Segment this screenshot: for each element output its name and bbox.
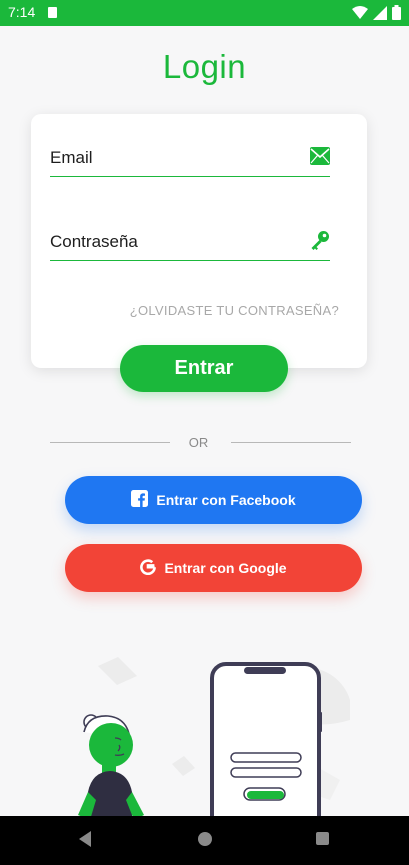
back-icon[interactable] xyxy=(78,830,92,852)
login-illustration xyxy=(78,657,350,816)
google-icon xyxy=(140,558,157,578)
google-label: Entrar con Google xyxy=(164,560,287,576)
login-card: Email Contraseña ¿OLVIDASTE TU CONTRASEÑ… xyxy=(31,114,367,368)
status-time: 7:14 xyxy=(8,4,36,20)
key-icon xyxy=(310,230,330,256)
password-label: Contraseña xyxy=(50,232,138,251)
recents-icon[interactable] xyxy=(315,830,330,852)
email-field[interactable]: Email xyxy=(50,142,330,177)
divider-line-right xyxy=(231,442,351,443)
facebook-login-button[interactable]: Entrar con Facebook xyxy=(65,476,362,524)
google-login-button[interactable]: Entrar con Google xyxy=(65,544,362,592)
forgot-password-link[interactable]: ¿OLVIDASTE TU CONTRASEÑA? xyxy=(130,303,339,318)
sd-card-icon xyxy=(48,7,57,18)
facebook-icon xyxy=(131,490,149,510)
login-button[interactable]: Entrar xyxy=(120,345,288,392)
page-title: Login xyxy=(162,48,247,85)
status-icons xyxy=(352,5,401,20)
status-bar: 7:14 xyxy=(0,0,409,26)
phone-illustration xyxy=(210,662,322,816)
battery-icon xyxy=(392,5,401,20)
person-illustration xyxy=(78,714,144,816)
mail-icon xyxy=(310,146,330,170)
email-label: Email xyxy=(50,148,93,167)
password-field[interactable]: Contraseña xyxy=(50,226,330,261)
wifi-icon xyxy=(352,5,368,19)
facebook-label: Entrar con Facebook xyxy=(156,492,296,508)
signal-icon xyxy=(373,5,387,20)
navigation-bar xyxy=(0,816,409,865)
home-icon[interactable] xyxy=(197,830,213,852)
